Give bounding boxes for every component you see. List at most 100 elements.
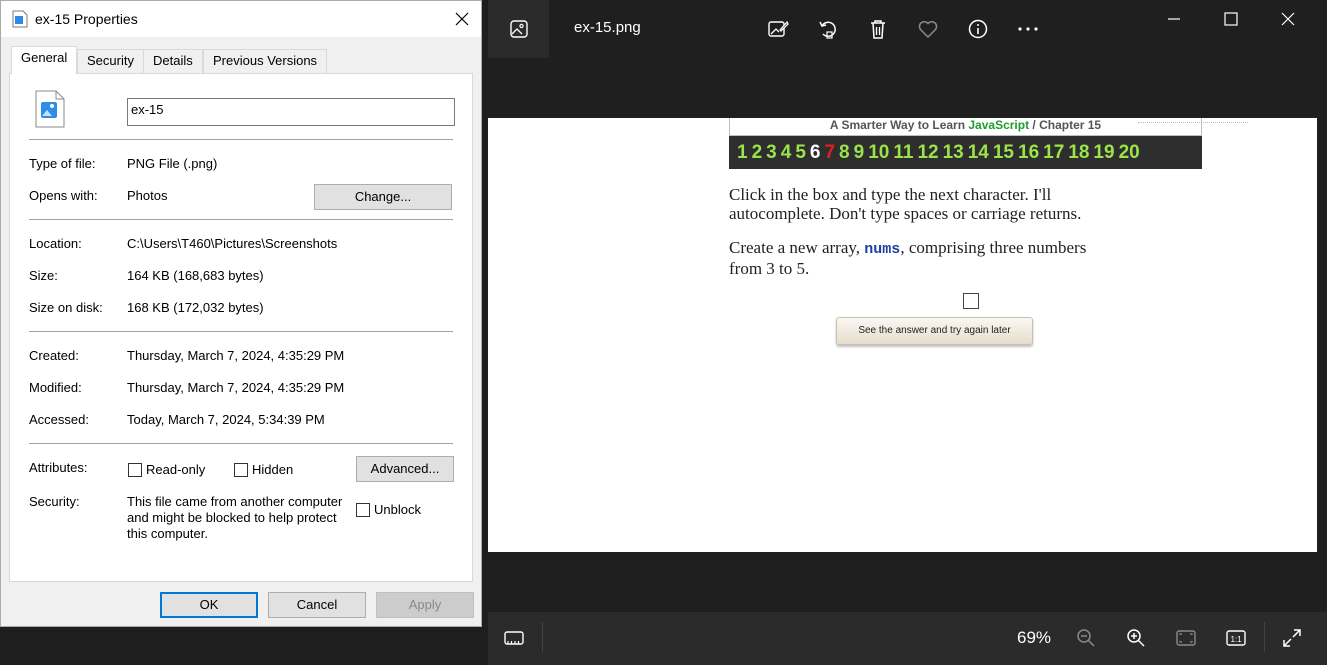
separator <box>29 139 453 140</box>
dialog-title: ex-15 Properties <box>35 11 138 27</box>
chapter-number: 18 <box>1068 141 1090 163</box>
separator <box>29 443 453 444</box>
chapter-number: 20 <box>1118 141 1140 163</box>
header-brand: JavaScript <box>968 118 1030 132</box>
answer-input-box <box>963 293 979 309</box>
modified-value: Thursday, March 7, 2024, 4:35:29 PM <box>127 380 345 395</box>
location-label: Location: <box>29 236 82 251</box>
chapter-number: 11 <box>893 141 914 163</box>
chapter-number: 14 <box>967 141 989 163</box>
image-header: A Smarter Way to Learn JavaScript / Chap… <box>729 118 1202 136</box>
ok-button[interactable]: OK <box>160 592 258 618</box>
hidden-checkbox[interactable] <box>234 463 248 477</box>
close-icon[interactable] <box>447 7 477 31</box>
chapter-number: 10 <box>868 141 890 163</box>
zoom-out-icon[interactable] <box>1073 625 1099 651</box>
chapter-number: 5 <box>795 141 806 163</box>
created-value: Thursday, March 7, 2024, 4:35:29 PM <box>127 348 345 363</box>
image-canvas: A Smarter Way to Learn JavaScript / Chap… <box>488 118 1317 552</box>
separator <box>29 219 453 220</box>
fit-icon[interactable] <box>1173 625 1199 651</box>
image-file-icon <box>12 10 28 28</box>
tab-details[interactable]: Details <box>143 49 203 73</box>
instruction-line-1: Click in the box and type the next chara… <box>729 185 1052 204</box>
bottom-divider <box>542 622 543 652</box>
advanced-button[interactable]: Advanced... <box>356 456 454 482</box>
cancel-button[interactable]: Cancel <box>268 592 366 618</box>
maximize-icon[interactable] <box>1211 8 1251 30</box>
chapter-number: 1 <box>737 141 748 163</box>
chapter-number: 7 <box>824 141 836 163</box>
fullscreen-icon[interactable] <box>1279 625 1305 651</box>
photos-window: ex-15.png A Smarter Way to Learn JavaScr… <box>488 0 1327 665</box>
actual-size-icon[interactable]: 1:1 <box>1223 625 1249 651</box>
chapter-number: 9 <box>853 141 865 163</box>
photos-file-title: ex-15.png <box>574 19 641 36</box>
info-icon[interactable] <box>965 16 991 42</box>
unblock-label[interactable]: Unblock <box>374 502 421 517</box>
see-answer-button: See the answer and try again later <box>836 317 1033 345</box>
chapter-number: 6 <box>809 141 821 163</box>
attributes-label: Attributes: <box>29 460 88 475</box>
opens-with-value: Photos <box>127 188 168 203</box>
readonly-checkbox[interactable] <box>128 463 142 477</box>
unblock-checkbox[interactable] <box>356 503 370 517</box>
chapter-number: 3 <box>766 141 777 163</box>
tab-general[interactable]: General <box>11 46 78 74</box>
edit-image-icon[interactable] <box>765 16 791 42</box>
chapter-number: 4 <box>780 141 792 163</box>
instruction-text: Click in the box and type the next chara… <box>729 185 1081 223</box>
zoom-level: 69% <box>1017 628 1052 647</box>
photos-top-bar: ex-15.png <box>488 0 1327 58</box>
size-label: Size: <box>29 268 58 283</box>
instruction-line-2: autocomplete. Don't type spaces or carri… <box>729 204 1082 223</box>
bottom-divider-2 <box>1264 622 1265 652</box>
minimize-icon[interactable] <box>1154 8 1194 30</box>
chapter-number: 13 <box>942 141 964 163</box>
zoom-in-icon[interactable] <box>1123 625 1149 651</box>
photos-bottom-bar: 69% 1:1 <box>488 612 1327 665</box>
type-label: Type of file: <box>29 156 96 171</box>
delete-icon[interactable] <box>865 16 891 42</box>
created-label: Created: <box>29 348 79 363</box>
rotate-icon[interactable] <box>815 16 841 42</box>
dotted-line <box>1138 122 1248 123</box>
task-suffix: , comprising three numbers <box>900 238 1087 257</box>
properties-dialog: ex-15 Properties General Security Detail… <box>0 0 482 627</box>
size-value: 164 KB (168,683 bytes) <box>127 268 264 283</box>
more-icon[interactable] <box>1015 16 1041 42</box>
general-panel: ex-15 Type of file: PNG File (.png) Open… <box>9 73 473 582</box>
security-text: This file came from another computer and… <box>127 494 343 541</box>
task-text: Create a new array, nums, comprising thr… <box>729 238 1086 278</box>
header-suffix: / Chapter 15 <box>1029 118 1102 132</box>
file-name-field[interactable]: ex-15 <box>127 98 455 126</box>
accessed-value: Today, March 7, 2024, 5:34:39 PM <box>127 412 325 427</box>
chapter-nav: 1 2 3 4 5 6 7 8 9 10 11 12 13 14 15 16 17 18 19 20 <box>729 136 1202 169</box>
chapter-number: 17 <box>1043 141 1065 163</box>
change-button[interactable]: Change... <box>314 184 452 210</box>
chapter-number: 16 <box>1018 141 1040 163</box>
type-value: PNG File (.png) <box>127 156 218 171</box>
close-icon[interactable] <box>1268 8 1308 30</box>
readonly-label[interactable]: Read-only <box>146 462 205 477</box>
tab-previous-versions[interactable]: Previous Versions <box>203 49 328 73</box>
photo-icon <box>509 20 528 38</box>
png-file-icon <box>35 90 65 128</box>
size-on-disk-label: Size on disk: <box>29 300 103 315</box>
svg-text:1:1: 1:1 <box>1230 635 1242 644</box>
filmstrip-icon[interactable] <box>501 625 527 651</box>
task-prefix: Create a new array, <box>729 238 865 257</box>
separator <box>29 331 453 332</box>
photos-app-button[interactable] <box>488 0 549 58</box>
tab-security[interactable]: Security <box>77 49 144 73</box>
hidden-label[interactable]: Hidden <box>252 462 293 477</box>
accessed-label: Accessed: <box>29 412 89 427</box>
dialog-title-bar: ex-15 Properties <box>1 1 481 37</box>
chapter-number: 8 <box>839 141 850 163</box>
location-value: C:\Users\T460\Pictures\Screenshots <box>127 236 338 251</box>
apply-button[interactable]: Apply <box>376 592 474 618</box>
header-prefix: A Smarter Way to Learn <box>829 118 969 132</box>
chapter-number: 15 <box>992 141 1014 163</box>
chapter-number: 2 <box>751 141 763 163</box>
favorite-icon[interactable] <box>915 16 941 42</box>
